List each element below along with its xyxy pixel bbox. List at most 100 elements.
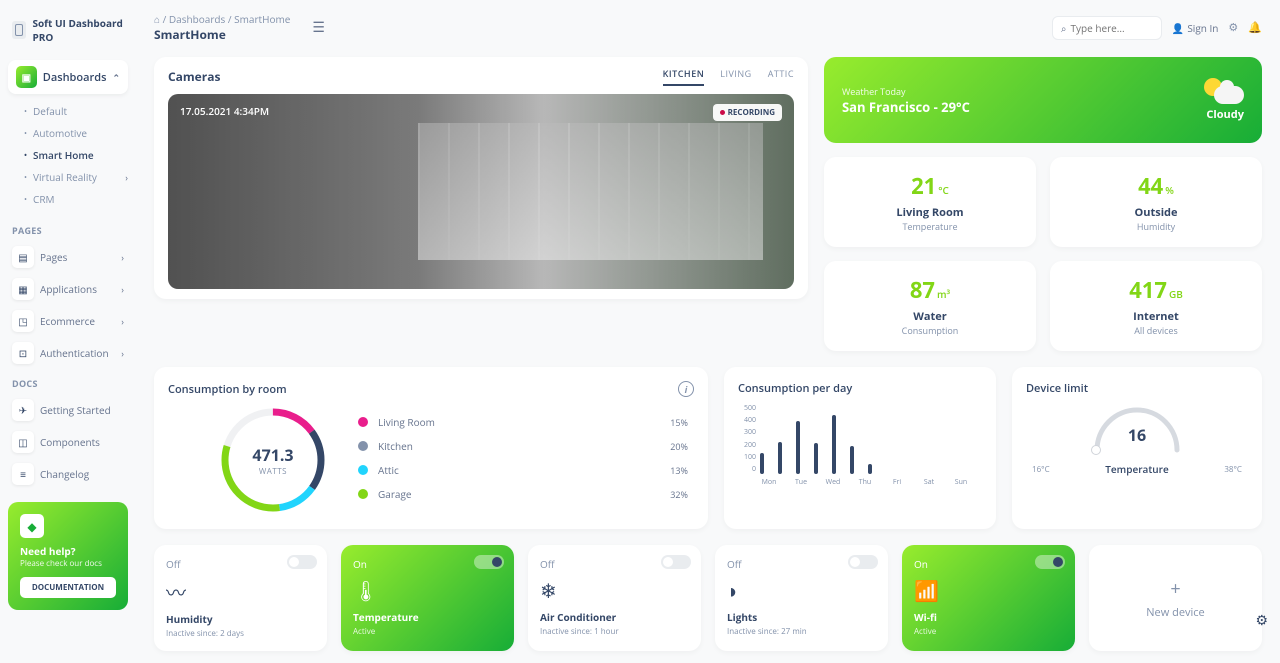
donut-label: WATTS [259,466,287,477]
user-icon: 👤 [1172,21,1184,35]
bar [832,415,836,474]
ac-icon: ❄ [540,577,689,604]
plus-icon: + [1170,577,1180,601]
weather-card: Weather Today San Francisco - 29°C Cloud… [824,57,1262,143]
search-icon: ⌕ [1061,21,1067,35]
bar [778,442,782,474]
weather-location: San Francisco - 29°C [842,98,970,116]
sidebar-item-changelog[interactable]: ≡Changelog [8,458,128,490]
home-icon[interactable]: ⌂ [154,12,160,26]
sidebar-item-components[interactable]: ◫Components [8,426,128,458]
chevron-right-icon: › [121,347,124,360]
sidebar-item-authentication[interactable]: ⊡Authentication› [8,337,128,369]
tab-kitchen[interactable]: KITCHEN [663,67,705,86]
chevron-right-icon: › [121,283,124,296]
nav-dashboards-label: Dashboards [43,70,107,85]
device-wi-fi[interactable]: On📶Wi-fiActive [902,545,1075,651]
camera-view[interactable]: 17.05.2021 4:34PM RECORDING [168,94,794,289]
legend-item: Living Room15% [358,410,688,434]
weather-label: Weather Today [842,85,970,98]
stat-water: 87m³WaterConsumption [824,261,1036,351]
consumption-bar-chart: 5004003002001000 [738,404,982,474]
chevron-right-icon: › [121,315,124,328]
sidebar-item-smart-home[interactable]: Smart Home [24,144,128,166]
sidebar-item-automotive[interactable]: Automotive [24,122,128,144]
device-temperature[interactable]: On🌡TemperatureActive [341,545,514,651]
nav-icon: ◳ [12,310,34,332]
chevron-right-icon: › [121,251,124,264]
sidebar-item-crm[interactable]: CRM [24,188,128,210]
page-title: SmartHome [154,26,290,43]
sidebar-item-getting-started[interactable]: ✈Getting Started [8,394,128,426]
consumption-donut: 471.3WATTS [218,405,328,515]
temperature-icon: 🌡 [353,577,502,604]
toggle[interactable] [287,555,317,569]
stat-living-room: 21°CLiving RoomTemperature [824,157,1036,247]
gauge-label: Temperature [1105,462,1168,476]
consumption-room-title: Consumption by room [168,382,287,397]
breadcrumb[interactable]: ⌂ / Dashboards / SmartHome [154,12,290,26]
consumption-day-title: Consumption per day [738,381,982,396]
legend-item: Garage32% [358,482,688,506]
sidebar-item-virtual-reality[interactable]: Virtual Reality› [24,166,128,188]
cameras-card: Cameras KITCHEN LIVING ATTIC 17.05.2021 4:… [154,57,808,299]
nav-icon: ▤ [12,246,34,268]
nav-icon: ⊡ [12,342,34,364]
section-pages: PAGES [8,216,128,241]
sidebar-item-pages[interactable]: ▤Pages› [8,241,128,273]
stat-outside: 44%OutsideHumidity [1050,157,1262,247]
bar [760,453,764,474]
sidebar-item-ecommerce[interactable]: ◳Ecommerce› [8,305,128,337]
bar [850,446,854,474]
chevron-up-icon: ⌃ [112,71,120,84]
brand-logo [12,21,26,39]
nav-dashboards[interactable]: ▣Dashboards⌃ [8,60,128,94]
consumption-room-card: Consumption by room i 471.3WATTS Living R… [154,367,708,529]
cameras-title: Cameras [168,68,220,85]
search-field[interactable] [1070,21,1150,35]
sidebar-item-default[interactable]: Default [24,100,128,122]
toggle[interactable] [848,555,878,569]
toggle[interactable] [1035,555,1065,569]
tab-attic[interactable]: ATTIC [768,67,794,86]
nav-icon: ✈ [12,399,34,421]
humidity-icon: 〰 [166,577,315,606]
bar [814,443,818,474]
sidenav-toggle[interactable]: ☰ [312,18,325,37]
help-card: ◆ Need help? Please check our docs DOCUM… [8,502,128,610]
bar [796,421,800,474]
gauge-knob[interactable] [1091,445,1101,455]
device-humidity[interactable]: Off〰HumidityInactive since: 2 days [154,545,327,651]
tab-living[interactable]: LIVING [720,67,751,86]
device-limit-card: Device limit 16 16°CTemperature38°C [1012,367,1262,529]
settings-fab[interactable]: ⚙ [1255,611,1268,630]
bell-icon[interactable]: 🔔 [1248,20,1262,35]
sidebar-item-applications[interactable]: ▦Applications› [8,273,128,305]
recording-badge: RECORDING [713,104,782,121]
chevron-right-icon: › [125,171,128,184]
gauge-value: 16 [1089,424,1185,446]
signin-link[interactable]: 👤Sign In [1172,21,1219,35]
consumption-day-card: Consumption per day 5004003002001000 Mon… [724,367,996,529]
device-lights[interactable]: Off◗LightsInactive since: 27 min [715,545,888,651]
toggle[interactable] [661,555,691,569]
section-docs: DOCS [8,369,128,394]
legend-item: Kitchen20% [358,434,688,458]
brand[interactable]: Soft UI Dashboard PRO [8,12,128,48]
stat-internet: 417GBInternetAll devices [1050,261,1262,351]
help-icon: ◆ [20,514,44,538]
temperature-gauge[interactable]: 16 [1089,402,1185,452]
add-device-button[interactable]: +New device [1089,545,1262,651]
lights-icon: ◗ [727,577,876,604]
legend-item: Attic13% [358,458,688,482]
info-icon[interactable]: i [678,381,694,397]
documentation-button[interactable]: DOCUMENTATION [20,577,116,598]
search-input[interactable]: ⌕ [1052,16,1162,40]
help-title: Need help? [20,544,116,558]
gear-icon[interactable]: ⚙ [1228,20,1238,35]
toggle[interactable] [474,555,504,569]
device-air-conditioner[interactable]: Off❄Air ConditionerInactive since: 1 hou… [528,545,701,651]
consumption-legend[interactable]: Living Room15%Kitchen20%Attic13%Garage32… [358,410,694,510]
gauge-max: 38°C [1224,464,1242,475]
nav-icon: ≡ [12,463,34,485]
